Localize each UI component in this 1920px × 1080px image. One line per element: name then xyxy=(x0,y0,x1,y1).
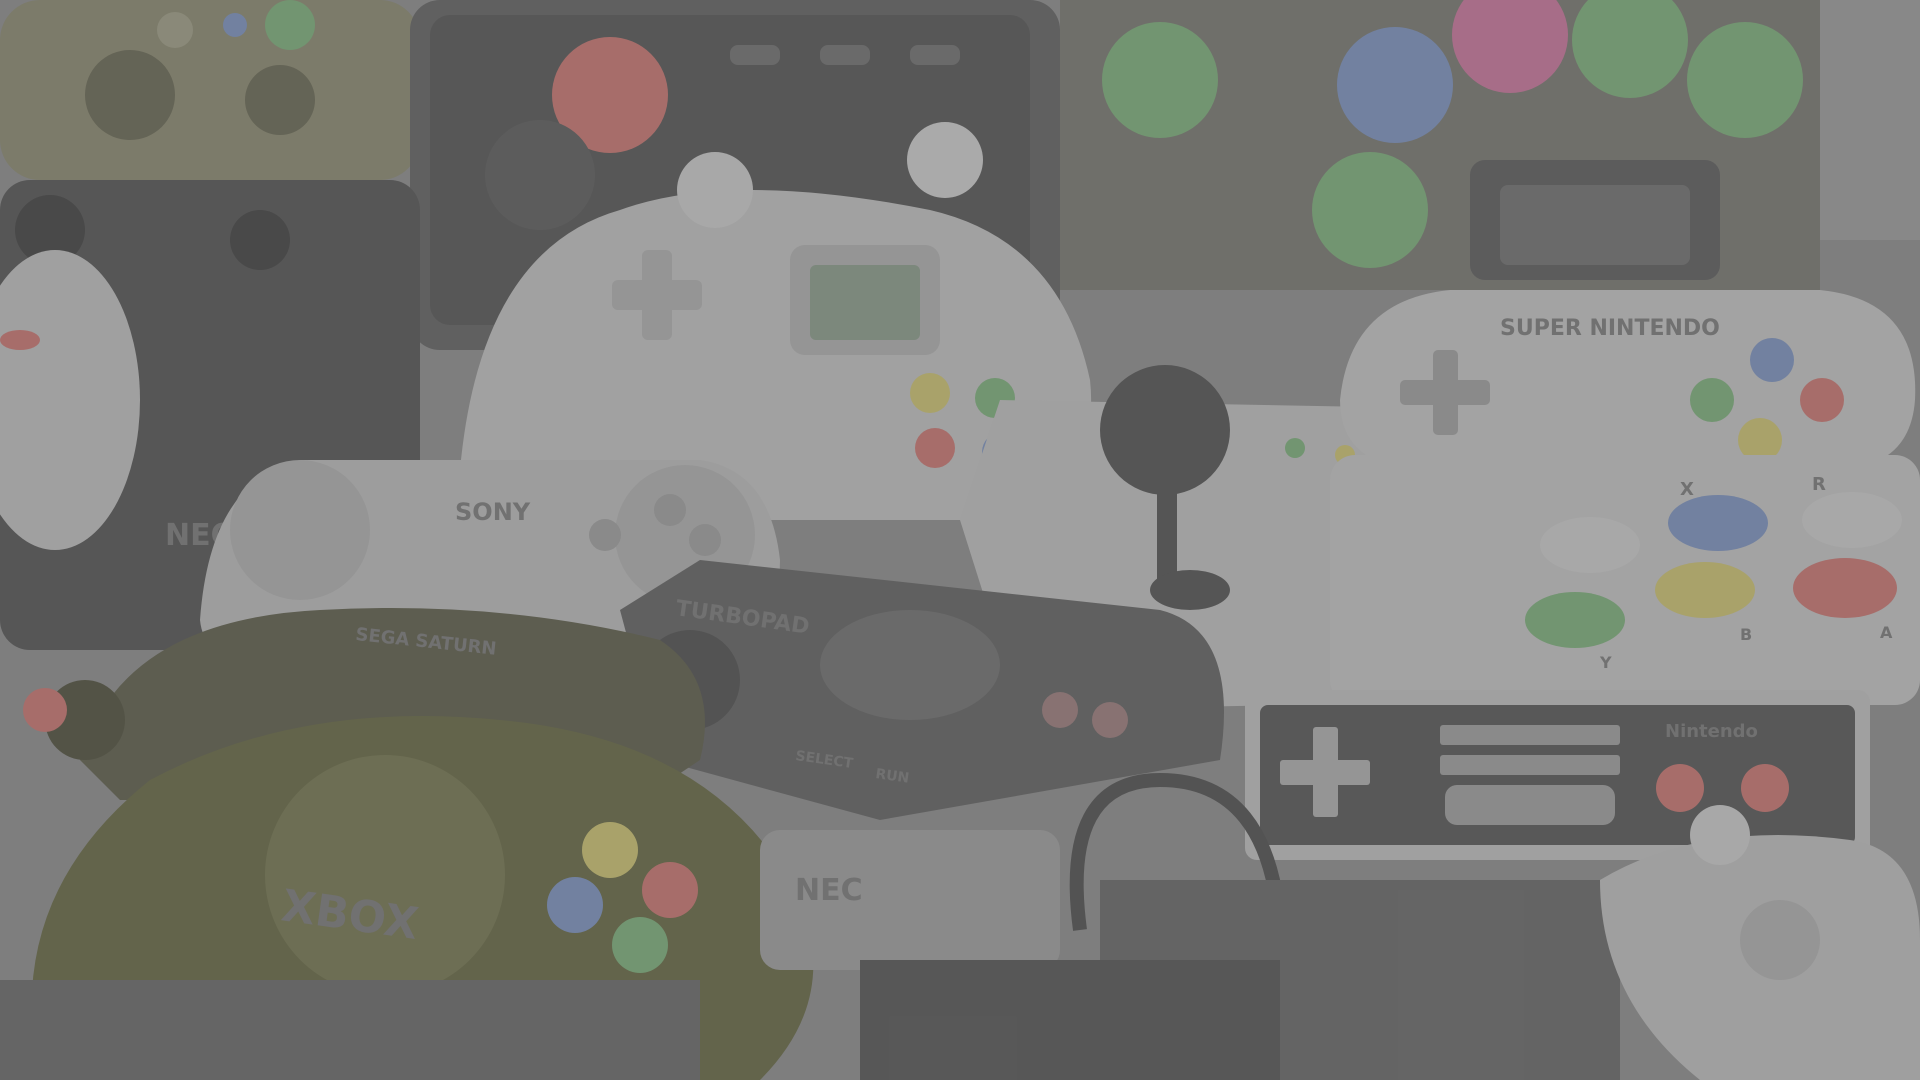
bottom-left-shadow xyxy=(0,980,700,1080)
olive-controller-top-left xyxy=(0,0,420,180)
arcade-panel-top-right xyxy=(1060,0,1920,290)
background-photo: NEO SONY SUPER NINTENDO X R B A Y Ninten… xyxy=(0,0,1920,1080)
snes-label: SUPER NINTENDO xyxy=(1500,316,1720,341)
nintendo-label: Nintendo xyxy=(1665,721,1758,742)
b-button-label: B xyxy=(1740,625,1752,644)
r-button-label: R xyxy=(1812,474,1826,495)
game-controllers-collage: NEO SONY SUPER NINTENDO X R B A Y Ninten… xyxy=(0,0,1920,1080)
sony-label: SONY xyxy=(455,498,531,526)
y-button-label: Y xyxy=(1599,653,1612,672)
a-button-label: A xyxy=(1880,623,1893,642)
nes-controller: Nintendo xyxy=(1245,690,1870,860)
snes-controller: SUPER NINTENDO xyxy=(1340,290,1916,470)
fight-pad-right: X R B A Y xyxy=(1330,455,1920,705)
x-button-label: X xyxy=(1680,479,1694,500)
nec-label: NEC xyxy=(795,873,863,908)
